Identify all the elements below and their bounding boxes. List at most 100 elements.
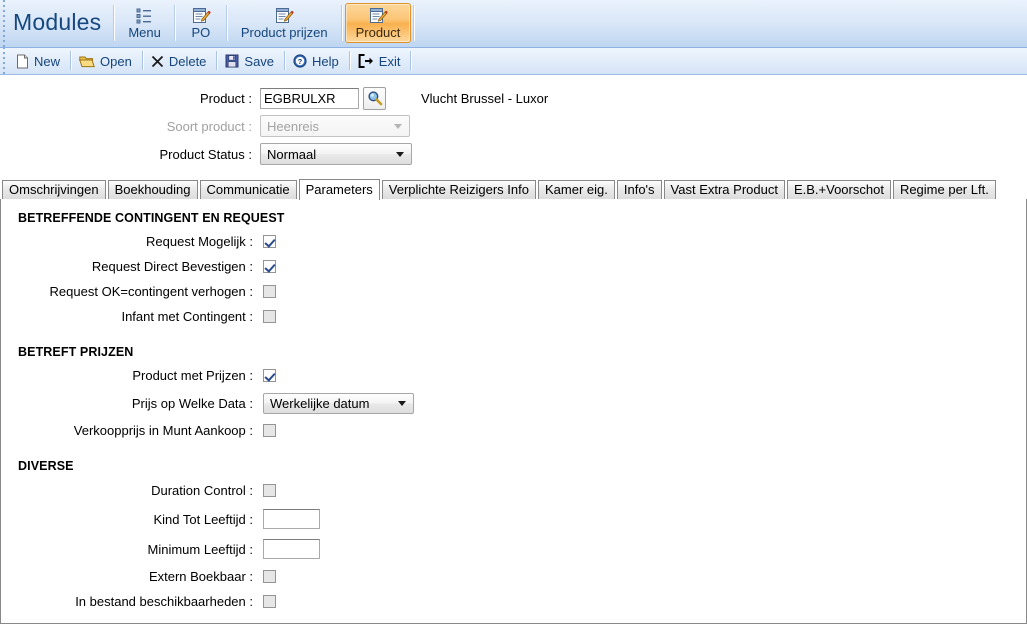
- new-button-label: New: [34, 53, 61, 69]
- chevron-down-icon: [396, 152, 404, 157]
- section-heading-prijzen: BETREFT PRIJZEN: [18, 345, 134, 359]
- field-product-met-prijzen: Product met Prijzen :: [1, 363, 1026, 388]
- product-status-row: Product Status : Normaal: [0, 140, 1027, 168]
- parameters-panel: BETREFFENDE CONTINGENT EN REQUEST Reques…: [0, 199, 1027, 624]
- request-ok-contingent-verhogen-checkbox[interactable]: [263, 285, 276, 298]
- field-infant-met-contingent: Infant met Contingent :: [1, 304, 1026, 329]
- field-label: In bestand beschikbaarheden :: [75, 594, 253, 609]
- product-status-label: Product Status :: [159, 146, 253, 162]
- module-button-label: Product: [355, 25, 401, 40]
- open-button[interactable]: Open: [72, 50, 142, 72]
- product-search-button[interactable]: [363, 86, 386, 110]
- request-direct-bevestigen-checkbox[interactable]: [263, 260, 276, 273]
- tab-omschrijvingen[interactable]: Omschrijvingen: [2, 180, 106, 199]
- tab-label: Vast Extra Product: [670, 182, 778, 197]
- x-icon: [151, 55, 164, 68]
- list-icon: [135, 7, 154, 25]
- field-label: Product met Prijzen :: [132, 368, 253, 383]
- field-request-direct-bevestigen: Request Direct Bevestigen :: [1, 254, 1026, 279]
- tab-infos[interactable]: Info's: [616, 180, 662, 199]
- help-button[interactable]: ? Help: [286, 50, 349, 72]
- section-heading-contingent: BETREFFENDE CONTINGENT EN REQUEST: [18, 211, 285, 225]
- soort-product-row: Soort product : Heenreis: [0, 112, 1027, 140]
- exit-arrow-icon: [358, 54, 374, 68]
- field-label: Duration Control :: [151, 483, 253, 498]
- edit-document-icon: [191, 7, 211, 25]
- prijs-op-welke-data-value: Werkelijke datum: [270, 395, 370, 411]
- tab-parameters[interactable]: Parameters: [298, 179, 380, 200]
- soort-product-select[interactable]: Heenreis: [260, 115, 410, 137]
- verkoopprijs-in-munt-aankoop-checkbox[interactable]: [263, 424, 276, 437]
- toolbar-divider: [225, 5, 228, 41]
- tab-vast-extra-product[interactable]: Vast Extra Product: [663, 180, 785, 199]
- tab-label: Verplichte Reizigers Info: [388, 182, 529, 197]
- page-icon: [16, 54, 29, 69]
- in-bestand-beschikbaarheden-checkbox[interactable]: [263, 595, 276, 608]
- product-met-prijzen-checkbox[interactable]: [263, 369, 276, 382]
- field-verkoopprijs-in-munt-aankoop: Verkoopprijs in Munt Aankoop :: [1, 418, 1026, 443]
- product-header-form: Product : Vlucht Brussel - Luxor Soort p…: [0, 75, 1027, 168]
- floppy-disk-icon: [225, 54, 239, 68]
- module-button-product[interactable]: Product: [344, 3, 412, 43]
- module-button-label: Menu: [128, 25, 161, 40]
- minimum-leeftijd-input[interactable]: [263, 539, 320, 559]
- tab-verplichte-reizigers-info[interactable]: Verplichte Reizigers Info: [381, 180, 536, 199]
- soort-product-label: Soort product :: [166, 118, 252, 134]
- main-content: Product : Vlucht Brussel - Luxor Soort p…: [0, 75, 1027, 643]
- chevron-down-icon: [394, 124, 402, 129]
- tab-label: Info's: [623, 182, 655, 197]
- product-status-value: Normaal: [267, 146, 317, 162]
- module-button-po[interactable]: PO: [178, 3, 224, 43]
- product-status-select[interactable]: Normaal: [260, 143, 412, 165]
- product-field-row: Product : Vlucht Brussel - Luxor: [0, 84, 1027, 112]
- field-label: Prijs op Welke Data :: [131, 395, 253, 411]
- tab-kamer-eig[interactable]: Kamer eig.: [537, 180, 615, 199]
- help-button-label: Help: [312, 53, 339, 69]
- new-button[interactable]: New: [9, 50, 70, 72]
- tab-label: Parameters: [305, 182, 373, 197]
- request-mogelijk-checkbox[interactable]: [263, 235, 276, 248]
- extern-boekbaar-checkbox[interactable]: [263, 570, 276, 583]
- tab-eb-voorschot[interactable]: E.B.+Voorschot: [786, 180, 891, 199]
- toolbar-drag-grip[interactable]: [0, 0, 9, 47]
- module-button-label: PO: [191, 25, 211, 40]
- tab-regime-per-lft[interactable]: Regime per Lft.: [892, 180, 996, 199]
- action-toolbar-drag-grip[interactable]: [0, 48, 9, 74]
- magnifier-icon: [367, 90, 383, 106]
- toolbar-divider: [173, 5, 176, 41]
- module-button-product-prijzen[interactable]: Product prijzen: [230, 3, 339, 43]
- product-code-input[interactable]: [260, 87, 359, 109]
- exit-button[interactable]: Exit: [351, 50, 411, 72]
- delete-button[interactable]: Delete: [144, 50, 217, 72]
- modules-toolbar: Modules Menu PO Product prijzen Product: [0, 0, 1027, 48]
- tab-label: Regime per Lft.: [899, 182, 989, 197]
- field-duration-control: Duration Control :: [1, 477, 1026, 504]
- field-label: Request Direct Bevestigen :: [91, 259, 253, 274]
- tab-label: Boekhouding: [114, 182, 191, 197]
- product-description: Vlucht Brussel - Luxor: [421, 90, 549, 106]
- tab-label: Omschrijvingen: [9, 182, 99, 197]
- folder-open-icon: [79, 54, 95, 68]
- save-button-label: Save: [244, 53, 275, 69]
- tab-label: E.B.+Voorschot: [793, 182, 884, 197]
- module-button-menu[interactable]: Menu: [117, 3, 172, 43]
- section-heading-diverse: DIVERSE: [18, 459, 74, 473]
- field-request-ok-contingent-verhogen: Request OK=contingent verhogen :: [1, 279, 1026, 304]
- prijs-op-welke-data-select[interactable]: Werkelijke datum: [263, 392, 414, 414]
- save-button[interactable]: Save: [218, 50, 284, 72]
- edit-document-icon: [274, 7, 295, 25]
- toolbar-divider: [113, 5, 116, 41]
- field-prijs-op-welke-data: Prijs op Welke Data : Werkelijke datum: [1, 388, 1026, 418]
- field-label: Request Mogelijk :: [146, 234, 253, 249]
- tab-boekhouding[interactable]: Boekhouding: [107, 180, 198, 199]
- field-extern-boekbaar: Extern Boekbaar :: [1, 564, 1026, 589]
- infant-met-contingent-checkbox[interactable]: [263, 310, 276, 323]
- kind-tot-leeftijd-input[interactable]: [263, 509, 320, 529]
- duration-control-checkbox[interactable]: [263, 484, 276, 497]
- field-label: Extern Boekbaar :: [148, 569, 253, 584]
- question-circle-icon: ?: [293, 54, 307, 68]
- tab-communicatie[interactable]: Communicatie: [199, 180, 297, 199]
- modules-title: Modules: [13, 9, 102, 35]
- field-in-bestand-beschikbaarheden: In bestand beschikbaarheden :: [1, 589, 1026, 614]
- chevron-down-icon: [398, 401, 406, 406]
